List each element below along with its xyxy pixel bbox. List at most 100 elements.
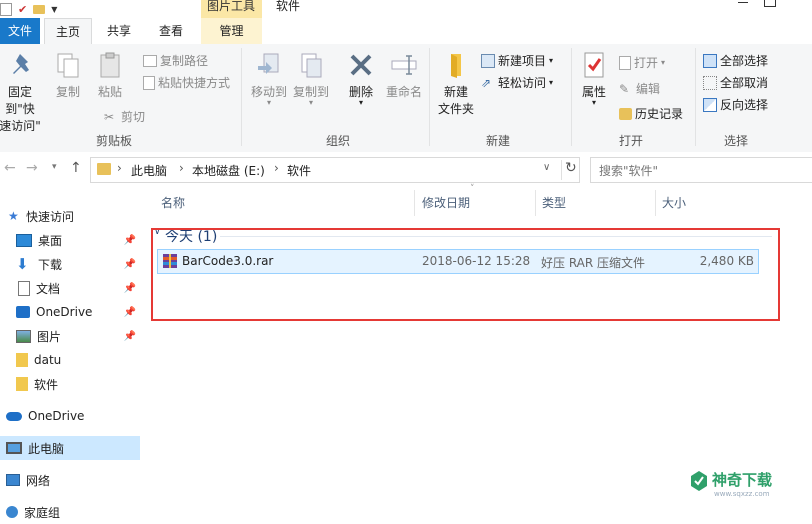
watermark-text: 神奇下载	[712, 471, 773, 489]
select-none-button[interactable]: 全部取消	[703, 74, 768, 91]
copy-to-chevron-icon: ▾	[308, 98, 313, 107]
nav-this-pc[interactable]: 此电脑	[0, 436, 140, 460]
highlight-box	[151, 228, 780, 321]
pin-to-quick-access-button[interactable]: 固定到"快 速访问"	[0, 50, 46, 134]
column-header-date[interactable]: 修改日期	[422, 190, 470, 216]
new-folder-button[interactable]: 新建 文件夹	[436, 50, 476, 117]
search-input[interactable]: 搜索"软件"	[599, 162, 658, 179]
copy-to-icon	[301, 53, 322, 78]
breadcrumb-this-pc[interactable]: 此电脑	[131, 162, 167, 179]
nav-item-documents[interactable]: 文档 📌	[0, 276, 140, 300]
open-button[interactable]: 打开 ▾	[619, 54, 665, 71]
select-all-button[interactable]: 全部选择	[703, 52, 768, 69]
nav-onedrive[interactable]: OneDrive	[0, 404, 140, 428]
maximize-button[interactable]	[764, 0, 776, 7]
new-item-button[interactable]: 新建项目 ▾	[481, 52, 553, 69]
nav-item-onedrive-quick[interactable]: OneDrive 📌	[0, 300, 140, 324]
tab-share[interactable]: 共享	[96, 18, 142, 44]
pin-icon[interactable]: 📌	[124, 331, 136, 342]
open-chevron-icon: ▾	[661, 58, 666, 67]
nav-item-software[interactable]: 软件	[0, 372, 140, 396]
minimize-button[interactable]	[738, 2, 748, 3]
nav-network[interactable]: 网络	[0, 468, 140, 492]
delete-button[interactable]: 删除 ▾	[345, 50, 377, 107]
pin-icon[interactable]: 📌	[124, 307, 136, 318]
copy-path-button[interactable]: 复制路径	[143, 52, 208, 69]
pin-icon[interactable]: 📌	[124, 283, 136, 294]
pin-icon[interactable]: 📌	[124, 235, 136, 246]
nav-item-downloads[interactable]: ⬇ 下载 📌	[0, 252, 140, 276]
breadcrumb-separator-icon: ›	[117, 161, 122, 175]
new-item-icon	[481, 53, 495, 68]
breadcrumb-current-folder[interactable]: 软件	[287, 162, 311, 179]
invert-selection-label: 反向选择	[720, 98, 769, 112]
pin-icon	[13, 54, 29, 74]
nav-item-pictures[interactable]: 图片 📌	[0, 324, 140, 348]
up-arrow-icon[interactable]: ↑	[70, 160, 82, 176]
pin-icon[interactable]: 📌	[124, 259, 136, 270]
ribbon-separator	[571, 48, 572, 146]
tab-file[interactable]: 文件	[0, 18, 40, 44]
forward-arrow-icon[interactable]: →	[26, 160, 38, 176]
delete-chevron-icon: ▾	[358, 98, 363, 107]
cut-button[interactable]: ✂ 剪切	[104, 108, 145, 125]
back-arrow-icon[interactable]: ←	[4, 160, 16, 176]
invert-selection-icon	[703, 97, 717, 112]
column-header-type[interactable]: 类型	[542, 190, 566, 216]
nav-item-datu[interactable]: datu	[0, 348, 140, 372]
new-folder-icon[interactable]	[33, 4, 46, 14]
easy-access-label: 轻松访问	[498, 76, 547, 90]
nav-item-desktop[interactable]: 桌面 📌	[0, 228, 140, 252]
customize-toolbar-chevron-icon[interactable]: ▼	[51, 5, 57, 14]
easy-access-icon: ⇗	[481, 75, 492, 90]
cloud-icon	[6, 411, 22, 421]
column-divider[interactable]	[535, 190, 536, 216]
nav-item-label: 桌面	[38, 233, 63, 248]
new-folder-label-line2: 文件夹	[437, 102, 474, 116]
window-icon	[0, 2, 12, 16]
column-header-size[interactable]: 大小	[662, 190, 686, 216]
rename-button[interactable]: 重命名	[384, 50, 424, 100]
paste-shortcut-icon	[143, 75, 155, 90]
cut-label: 剪切	[121, 110, 146, 124]
recent-locations-chevron-icon[interactable]: ▾	[52, 162, 57, 172]
tab-home[interactable]: 主页	[44, 18, 92, 46]
move-to-button[interactable]: 移动到 ▾	[250, 50, 288, 107]
column-header-name[interactable]: 名称	[161, 190, 185, 216]
select-none-icon	[703, 75, 717, 90]
history-icon	[619, 107, 632, 120]
paste-shortcut-button[interactable]: 粘贴快捷方式	[143, 74, 230, 91]
refresh-icon[interactable]: ↻	[565, 160, 577, 176]
tab-manage[interactable]: 管理	[201, 18, 262, 44]
rename-icon	[391, 55, 417, 75]
properties-check-icon[interactable]: ✔	[18, 4, 27, 15]
edit-button[interactable]: ✎ 编辑	[619, 80, 660, 97]
nav-homegroup[interactable]: 家庭组	[0, 500, 140, 524]
copy-button[interactable]: 复制	[52, 50, 84, 100]
ribbon-tabs: 文件 主页 共享 查看 管理	[0, 18, 812, 46]
properties-button[interactable]: 属性 ▾	[577, 50, 611, 107]
navigation-pane: ★ 快速访问 桌面 📌 ⬇ 下载 📌 文档 📌 OneDrive 📌 图片 📌 …	[0, 188, 140, 520]
nav-quick-access[interactable]: ★ 快速访问	[0, 204, 140, 228]
column-divider[interactable]	[414, 190, 415, 216]
breadcrumb-separator-icon: ›	[179, 161, 184, 175]
invert-selection-button[interactable]: 反向选择	[703, 96, 768, 113]
easy-access-button[interactable]: ⇗ 轻松访问 ▾	[481, 74, 553, 91]
pin-label-line2: 速访问"	[0, 119, 41, 133]
group-label-new: 新建	[486, 134, 511, 148]
copy-to-button[interactable]: 复制到 ▾	[292, 50, 330, 107]
column-divider[interactable]	[655, 190, 656, 216]
window-title: 软件	[276, 0, 301, 13]
tab-view[interactable]: 查看	[148, 18, 194, 44]
address-dropdown-chevron-icon[interactable]: ∨	[543, 162, 550, 173]
network-icon	[6, 474, 20, 486]
paste-button[interactable]: 粘贴	[92, 50, 128, 100]
history-button[interactable]: 历史记录	[619, 105, 683, 122]
address-bar[interactable]: › 此电脑 › 本地磁盘 (E:) › 软件 ∨ ↻	[90, 157, 580, 183]
group-label-clipboard: 剪贴板	[96, 134, 133, 148]
nav-item-label: 图片	[37, 329, 62, 344]
ribbon: 固定到"快 速访问" 复制 粘贴 复制路径 粘贴快捷方式 ✂ 剪切 剪贴板 移动…	[0, 44, 812, 153]
breadcrumb-drive[interactable]: 本地磁盘 (E:)	[192, 162, 265, 179]
search-box[interactable]: 搜索"软件"	[590, 157, 812, 183]
sort-chevron-icon: ˅	[470, 184, 475, 194]
